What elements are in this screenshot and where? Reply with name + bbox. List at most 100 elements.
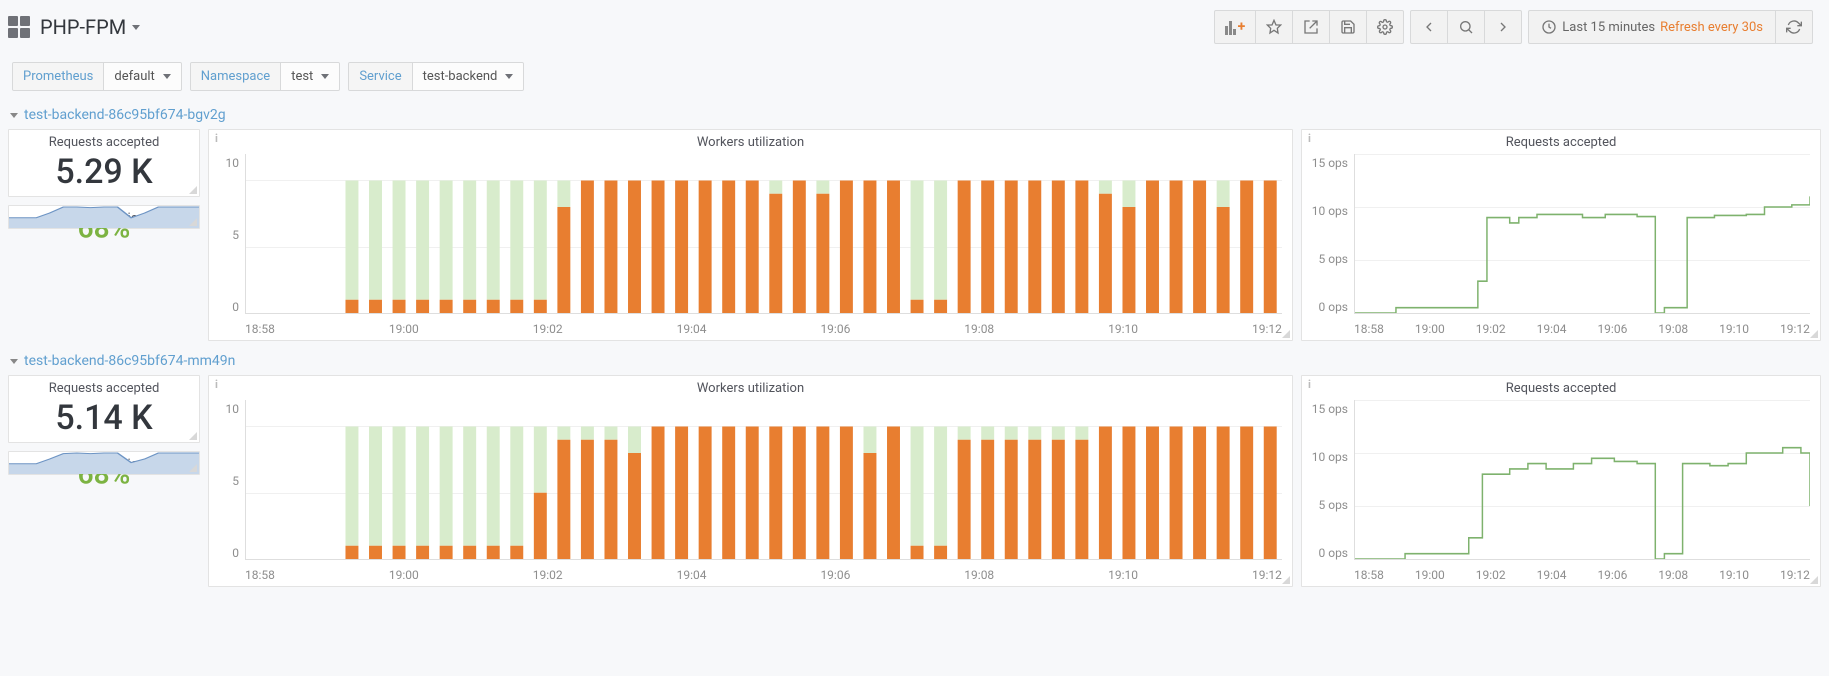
row-grid: Requests accepted 5.14 K Avg Utilization… [0, 375, 1829, 597]
info-icon[interactable]: i [215, 378, 218, 391]
info-icon[interactable]: i [215, 132, 218, 145]
template-vars: Prometheus default Namespace test Servic… [0, 54, 1829, 105]
time-range-label: Last 15 minutes [1562, 20, 1655, 35]
x-axis: 18:5819:0019:0219:0419:0619:0819:1019:12 [209, 320, 1292, 340]
resize-handle-icon[interactable] [189, 218, 197, 226]
x-tick: 19:10 [1108, 322, 1138, 336]
bars [246, 154, 1282, 313]
var-namespace[interactable]: Namespace test [190, 62, 341, 91]
panel-requests-accepted-graph[interactable]: i Requests accepted 15 ops10 ops5 ops0 o… [1301, 375, 1821, 587]
panel-avg-utilization-stat[interactable]: Avg Utilization 68% [8, 205, 200, 229]
dashboard-title[interactable]: PHP-FPM [40, 15, 126, 39]
var-value[interactable]: test-backend [413, 63, 524, 90]
share-button[interactable] [1293, 10, 1330, 44]
var-label: Namespace [191, 63, 281, 90]
panel-workers-utilization[interactable]: i Workers utilization 1050 18:5819:0019:… [208, 375, 1293, 587]
x-tick: 19:00 [1415, 568, 1445, 582]
resize-handle-icon[interactable] [1810, 576, 1818, 584]
chevron-left-icon [1421, 19, 1437, 35]
x-tick: 19:12 [1252, 322, 1282, 336]
refresh-icon [1786, 19, 1802, 35]
panel-requests-accepted-stat[interactable]: Requests accepted 5.29 K [8, 129, 200, 197]
var-prometheus[interactable]: Prometheus default [12, 62, 182, 91]
plot[interactable] [245, 154, 1282, 314]
stat-value: 5.29 K [9, 152, 199, 196]
dashboard-picker-caret-icon[interactable] [132, 25, 140, 30]
x-tick: 19:04 [1537, 568, 1567, 582]
panel-title: Requests accepted [9, 376, 199, 398]
add-panel-button[interactable]: + [1214, 10, 1257, 44]
panel-requests-accepted-stat[interactable]: Requests accepted 5.14 K [8, 375, 200, 443]
row-toggle[interactable]: test-backend-86c95bf674-mm49n [0, 351, 1829, 375]
panel-workers-utilization[interactable]: i Workers utilization 1050 18:5819:0019:… [208, 129, 1293, 341]
x-tick: 19:12 [1780, 322, 1810, 336]
x-tick: 19:04 [677, 568, 707, 582]
var-label: Service [349, 63, 412, 90]
top-nav: PHP-FPM + [0, 0, 1829, 54]
save-button[interactable] [1330, 10, 1367, 44]
row-name: test-backend-86c95bf674-mm49n [24, 353, 235, 369]
y-tick: 5 [232, 474, 239, 488]
panel-title: Requests accepted [9, 130, 199, 152]
var-value[interactable]: default [104, 63, 180, 90]
row-toggle[interactable]: test-backend-86c95bf674-bgv2g [0, 105, 1829, 129]
y-tick: 15 ops [1312, 156, 1348, 170]
resize-handle-icon[interactable] [189, 464, 197, 472]
share-icon [1303, 19, 1319, 35]
x-tick: 19:08 [1658, 322, 1688, 336]
y-tick: 0 ops [1319, 300, 1349, 314]
x-tick: 19:02 [533, 568, 563, 582]
x-tick: 19:04 [677, 322, 707, 336]
zoom-out-button[interactable] [1448, 10, 1485, 44]
y-tick: 0 [232, 546, 239, 560]
time-next-button[interactable] [1485, 10, 1522, 44]
x-tick: 19:10 [1719, 568, 1749, 582]
x-axis: 18:5819:0019:0219:0419:0619:0819:1019:12 [209, 566, 1292, 586]
x-tick: 19:02 [1476, 568, 1506, 582]
x-axis: 18:5819:0019:0219:0419:0619:0819:1019:12 [1302, 320, 1820, 340]
line [1355, 400, 1810, 559]
rows-container: test-backend-86c95bf674-bgv2gRequests ac… [0, 105, 1829, 597]
gear-icon [1377, 19, 1393, 35]
save-icon [1340, 19, 1356, 35]
info-icon[interactable]: i [1308, 132, 1311, 145]
resize-handle-icon[interactable] [1282, 576, 1290, 584]
plot[interactable] [1354, 154, 1810, 314]
x-tick: 19:12 [1780, 568, 1810, 582]
x-tick: 19:06 [1597, 568, 1627, 582]
panel-avg-utilization-stat[interactable]: Avg Utilization 68% [8, 451, 200, 475]
resize-handle-icon[interactable] [189, 186, 197, 194]
panel-title: Workers utilization [209, 130, 1292, 152]
resize-handle-icon[interactable] [1282, 330, 1290, 338]
var-value[interactable]: test [281, 63, 339, 90]
y-tick: 0 [232, 300, 239, 314]
time-prev-button[interactable] [1410, 10, 1448, 44]
left-column: Requests accepted 5.14 K Avg Utilization… [8, 375, 200, 587]
chevron-right-icon [1495, 19, 1511, 35]
resize-handle-icon[interactable] [189, 432, 197, 440]
star-button[interactable] [1256, 10, 1293, 44]
var-label: Prometheus [13, 63, 104, 90]
x-tick: 19:00 [1415, 322, 1445, 336]
y-tick: 0 ops [1319, 546, 1349, 560]
plot[interactable] [245, 400, 1282, 560]
dashboard-icon[interactable] [8, 16, 30, 38]
panel-requests-accepted-graph[interactable]: i Requests accepted 15 ops10 ops5 ops0 o… [1301, 129, 1821, 341]
caret-icon [163, 74, 171, 79]
x-tick: 19:06 [1597, 322, 1627, 336]
chevron-down-icon [10, 359, 18, 364]
plot[interactable] [1354, 400, 1810, 560]
refresh-button[interactable] [1776, 10, 1813, 44]
y-axis: 1050 [215, 400, 245, 560]
x-tick: 19:10 [1108, 568, 1138, 582]
x-tick: 19:08 [964, 322, 994, 336]
x-tick: 18:58 [1354, 322, 1384, 336]
resize-handle-icon[interactable] [1810, 330, 1818, 338]
row-grid: Requests accepted 5.29 K Avg Utilization… [0, 129, 1829, 351]
info-icon[interactable]: i [1308, 378, 1311, 391]
y-tick: 5 ops [1319, 498, 1349, 512]
settings-button[interactable] [1367, 10, 1404, 44]
sparkline [9, 444, 199, 474]
var-service[interactable]: Service test-backend [348, 62, 524, 91]
time-range-button[interactable]: Last 15 minutes Refresh every 30s [1528, 10, 1776, 44]
